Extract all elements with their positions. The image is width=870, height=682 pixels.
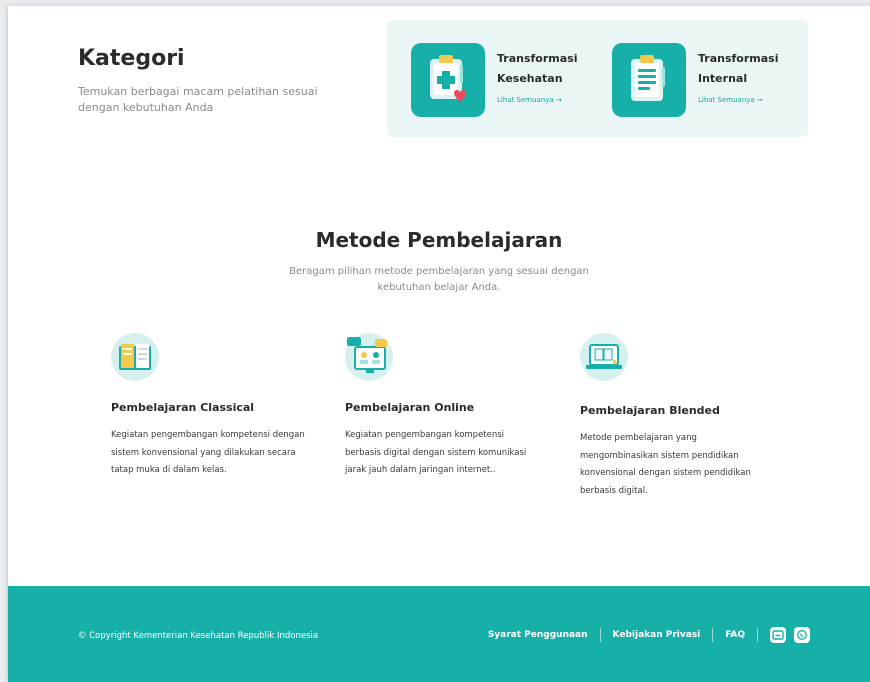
- footer: © Copyright Kementerian Kesehatan Republ…: [8, 586, 870, 682]
- metode-subtitle: Beragam pilihan metode pembelajaran yang…: [289, 266, 589, 293]
- see-all-link[interactable]: Lihat Semuanya →: [698, 96, 763, 104]
- kategori-title: Kategori: [78, 46, 185, 71]
- copyright-text: © Copyright Kementerian Kesehatan Republ…: [78, 631, 319, 641]
- privacy-link[interactable]: Kebijakan Privasi: [613, 630, 701, 640]
- category-card-kesehatan[interactable]: Transformasi Kesehatan Lihat Semuanya →: [411, 43, 611, 117]
- see-all-link[interactable]: Lihat Semuanya →: [497, 96, 562, 104]
- method-description: Kegiatan pengembangan kompetensi dengan …: [111, 430, 305, 475]
- document-clipboard-icon: [612, 43, 686, 117]
- kategori-description: Temukan berbagai macam pelatihan sesuai …: [78, 85, 318, 114]
- footer-links: Syarat Penggunaan Kebijakan Privasi FAQ: [488, 625, 810, 645]
- divider: [599, 628, 601, 642]
- open-book-icon: [111, 333, 159, 381]
- method-name: Pembelajaran Classical: [111, 401, 255, 414]
- laptop-book-icon: [580, 333, 628, 381]
- method-name: Pembelajaran Online: [345, 401, 475, 414]
- divider: [757, 628, 758, 642]
- mail-icon[interactable]: [770, 627, 786, 643]
- category-card-title: Transformasi Kesehatan: [497, 52, 578, 85]
- whatsapp-icon[interactable]: [794, 627, 810, 643]
- method-description: Kegiatan pengembangan kompetensi berbasi…: [345, 430, 527, 475]
- page: Kategori Temukan berbagai macam pelatiha…: [8, 6, 870, 682]
- terms-link[interactable]: Syarat Penggunaan: [488, 630, 588, 640]
- method-description: Metode pembelajaran yang mengombinasikan…: [580, 433, 751, 496]
- category-card-internal[interactable]: Transformasi Internal Lihat Semuanya →: [612, 43, 812, 117]
- divider: [712, 628, 714, 642]
- kategori-panel: Transformasi Kesehatan Lihat Semuanya → …: [387, 20, 808, 137]
- health-clipboard-icon: [411, 43, 485, 117]
- online-meeting-icon: [345, 333, 393, 381]
- method-name: Pembelajaran Blended: [580, 404, 720, 417]
- category-card-title: Transformasi Internal: [698, 52, 779, 85]
- metode-title: Metode Pembelajaran: [315, 228, 563, 252]
- faq-link[interactable]: FAQ: [725, 630, 745, 640]
